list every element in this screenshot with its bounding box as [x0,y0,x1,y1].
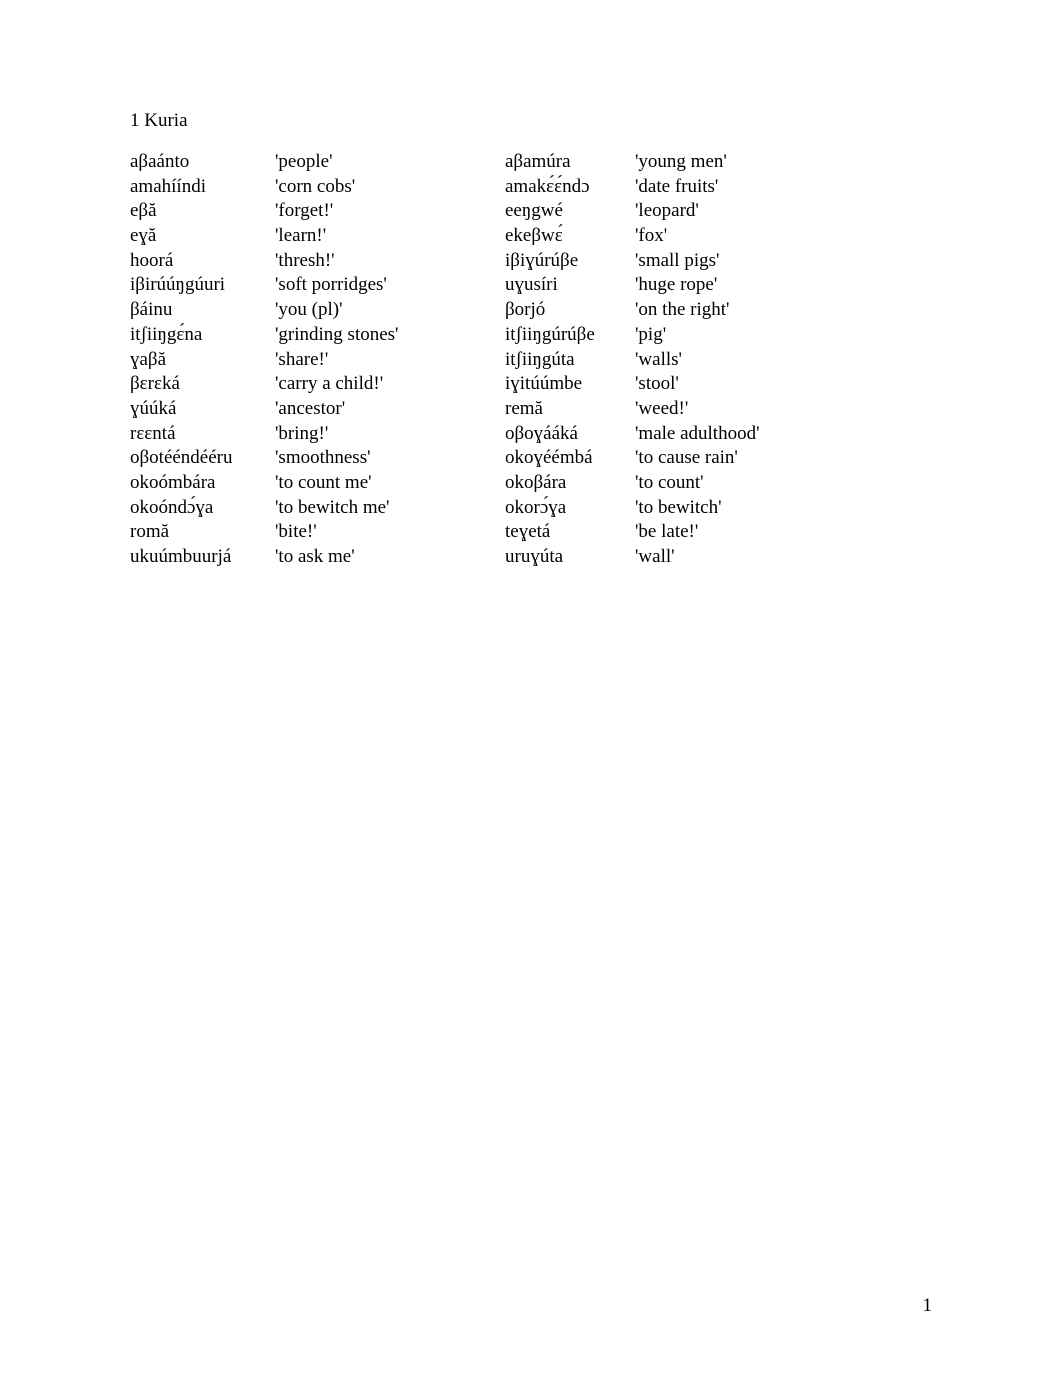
gloss: 'bring!' [275,422,475,447]
gloss: 'bite!' [275,520,475,545]
word: ukuúmbuurjá [130,545,275,570]
word: rɛɛntá [130,422,275,447]
gloss: 'weed!' [635,397,835,422]
word: okoβára [505,471,635,496]
left-glosses: 'people' 'corn cobs' 'forget!' 'learn!' … [275,150,475,570]
gloss: 'thresh!' [275,249,475,274]
word: okorɔ́ɣa [505,496,635,521]
gloss: 'small pigs' [635,249,835,274]
word: itʃiiŋgúta [505,348,635,373]
right-column: aβamúra amakɛ́ɛ́ndɔ eeŋgwé ekeβwɛ́ iβiɣú… [505,150,835,570]
word: aβamúra [505,150,635,175]
section-title: 1 Kuria [130,110,932,132]
gloss: 'share!' [275,348,475,373]
word: ekeβwɛ́ [505,224,635,249]
gloss: 'male adulthood' [635,422,835,447]
gloss: 'walls' [635,348,835,373]
word: oβoɣááká [505,422,635,447]
gloss: 'to bewitch me' [275,496,475,521]
gloss: 'fox' [635,224,835,249]
gloss: 'you (pl)' [275,298,475,323]
gloss: 'date fruits' [635,175,835,200]
word: okoóndɔ́ɣa [130,496,275,521]
gloss: 'pig' [635,323,835,348]
word: remă [505,397,635,422]
gloss: 'be late!' [635,520,835,545]
left-words: aβaánto amahííndi eβă eɣă hoorá iβirúúŋg… [130,150,275,570]
word: eɣă [130,224,275,249]
gloss: 'to count me' [275,471,475,496]
gloss: 'leopard' [635,199,835,224]
gloss: 'wall' [635,545,835,570]
word: itʃiiŋgúrúβe [505,323,635,348]
gloss: 'ancestor' [275,397,475,422]
gloss: 'soft porridges' [275,273,475,298]
gloss: 'corn cobs' [275,175,475,200]
word: iɣitúúmbe [505,372,635,397]
word: eeŋgwé [505,199,635,224]
right-glosses: 'young men' 'date fruits' 'leopard' 'fox… [635,150,835,570]
word: okoómbára [130,471,275,496]
gloss: 'to ask me' [275,545,475,570]
gloss: 'grinding stones' [275,323,475,348]
gloss: 'on the right' [635,298,835,323]
gloss: 'to cause rain' [635,446,835,471]
word: amakɛ́ɛ́ndɔ [505,175,635,200]
word: βɛrɛká [130,372,275,397]
gloss: 'people' [275,150,475,175]
gloss: 'huge rope' [635,273,835,298]
word: eβă [130,199,275,224]
page: 1 Kuria aβaánto amahííndi eβă eɣă hoorá … [0,0,1062,1377]
gloss: 'young men' [635,150,835,175]
word: amahííndi [130,175,275,200]
gloss: 'to count' [635,471,835,496]
word: aβaánto [130,150,275,175]
gloss: 'learn!' [275,224,475,249]
word: ɣaβă [130,348,275,373]
word: hoorá [130,249,275,274]
word: uɣusíri [505,273,635,298]
gloss: 'stool' [635,372,835,397]
word: βorjó [505,298,635,323]
word: itʃiiŋgɛ́na [130,323,275,348]
word: iβirúúŋgúuri [130,273,275,298]
gloss: 'forget!' [275,199,475,224]
word: ɣúúká [130,397,275,422]
word-columns: aβaánto amahííndi eβă eɣă hoorá iβirúúŋg… [130,150,932,570]
word: romă [130,520,275,545]
word: uruɣúta [505,545,635,570]
page-number: 1 [923,1295,933,1317]
word: βáinu [130,298,275,323]
word: iβiɣúrúβe [505,249,635,274]
gloss: 'to bewitch' [635,496,835,521]
right-words: aβamúra amakɛ́ɛ́ndɔ eeŋgwé ekeβwɛ́ iβiɣú… [505,150,635,570]
left-column: aβaánto amahííndi eβă eɣă hoorá iβirúúŋg… [130,150,475,570]
word: okoɣéémbá [505,446,635,471]
word: teɣetá [505,520,635,545]
gloss: 'smoothness' [275,446,475,471]
gloss: 'carry a child!' [275,372,475,397]
word: oβotééndééru [130,446,275,471]
